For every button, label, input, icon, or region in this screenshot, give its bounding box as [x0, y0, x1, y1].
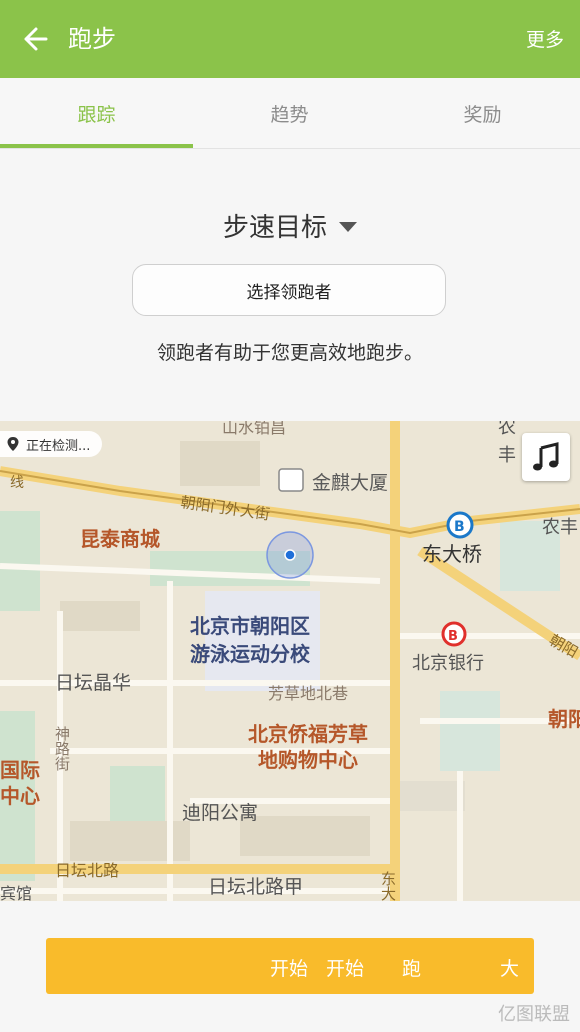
music-button[interactable] [522, 433, 570, 481]
map-label: 中心 [0, 784, 40, 808]
map-label: 迪阳公寓 [182, 802, 258, 824]
more-button[interactable]: 更多 [526, 26, 564, 54]
svg-text:B: B [448, 629, 458, 644]
location-pin-icon [7, 437, 19, 451]
map-label: 北京银行 [412, 653, 484, 674]
park-block [0, 511, 40, 611]
map-label: 北京侨福芳草 [248, 722, 368, 746]
map-label: 东大桥 [422, 542, 482, 566]
tab-track[interactable]: 跟踪 [0, 78, 193, 148]
current-location-dot [284, 549, 296, 561]
tab-indicator [0, 144, 193, 148]
map-label: 游泳运动分校 [190, 642, 311, 666]
map-view[interactable]: B B 山水铂昌 金麒大厦 朝阳门外大街 昆泰商城 东大桥 农 丰 农丰 北京银… [0, 421, 580, 901]
start-label: 大 [500, 958, 520, 980]
map-label: 宾馆 [0, 884, 32, 901]
map-label: 昆泰商城 [80, 527, 160, 551]
map-label: 地购物中心 [258, 748, 358, 772]
gps-status-badge: 正在检测... [0, 431, 103, 457]
building-icon [278, 468, 304, 492]
map-label: 山水铂昌 [222, 421, 286, 437]
gps-status-text: 正在检测... [26, 438, 91, 454]
map-label: 线 [10, 475, 24, 491]
map-label: 东大 [379, 871, 397, 901]
tab-bar: 跟踪 趋势 奖励 [0, 78, 580, 149]
map-label: 日坛晶华 [55, 672, 131, 694]
dropdown-caret-icon [339, 222, 357, 232]
map-label: 丰 [498, 445, 516, 466]
map-label: 神路街 [53, 726, 71, 771]
start-label: 开始 [326, 958, 365, 980]
tab-trends[interactable]: 趋势 [193, 78, 386, 148]
pace-goal-title: 步速目标 [222, 212, 327, 243]
page-title: 跑步 [68, 25, 116, 53]
select-pacer-button[interactable]: 选择领跑者 [132, 264, 446, 316]
map-label: 日坛北路 [55, 861, 119, 880]
map-label: 日坛北路甲 [208, 876, 303, 898]
map-label: 国际 [0, 758, 40, 782]
svg-text:B: B [454, 519, 465, 535]
app-bar: 跑步 更多 [0, 0, 580, 78]
watermark: 亿图联盟 [498, 1004, 570, 1025]
map-label: 北京市朝阳区 [190, 614, 310, 638]
start-run-button[interactable]: 开始 开始 跑 大 [46, 938, 534, 994]
map-label: 农丰 [542, 517, 578, 538]
map-label: 朝阳 [548, 707, 580, 731]
tab-rewards[interactable]: 奖励 [386, 78, 579, 148]
map-label: 农 [498, 421, 516, 438]
map-label: 金麒大厦 [312, 472, 388, 494]
start-label: 跑 [402, 958, 422, 980]
music-note-icon [533, 442, 559, 471]
start-label: 开始 [270, 958, 309, 980]
back-arrow-icon[interactable] [18, 22, 52, 56]
pacer-description: 领跑者有助于您更高效地跑步。 [156, 342, 423, 364]
pace-goal-dropdown[interactable]: 步速目标 [0, 200, 580, 250]
map-label: 芳草地北巷 [268, 684, 348, 703]
